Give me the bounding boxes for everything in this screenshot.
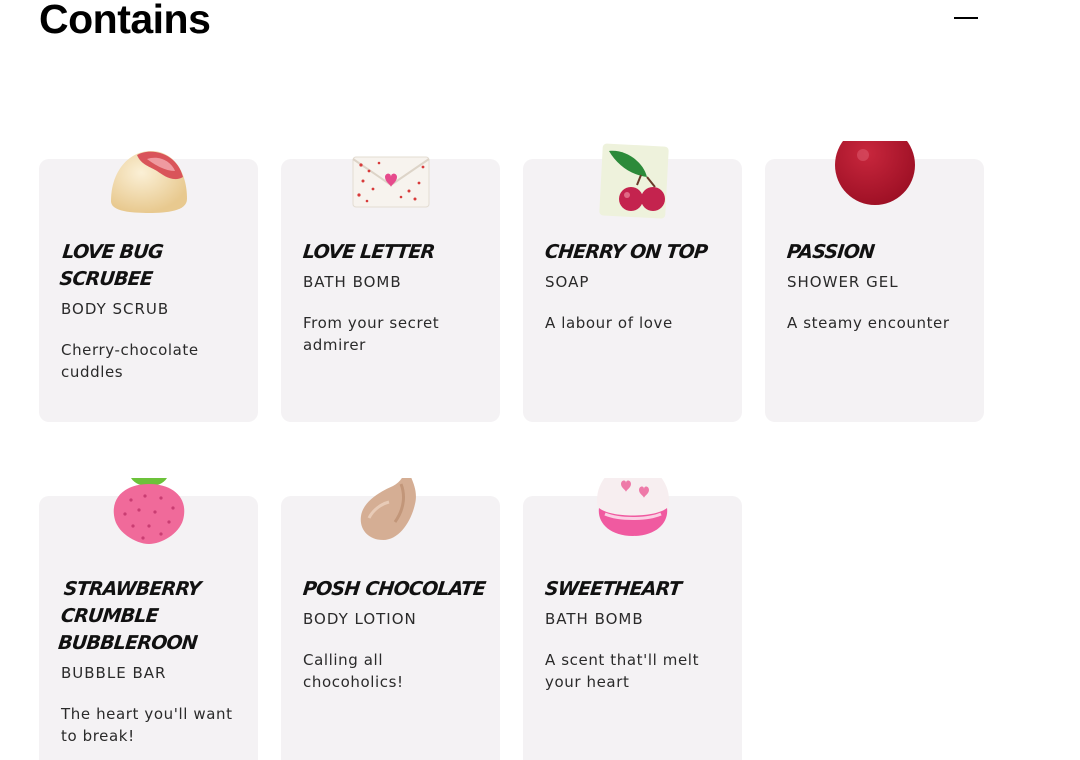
product-info: Posh Chocolate Body Lotion Calling all c… [301, 576, 487, 693]
product-name: Sweetheart [543, 578, 683, 600]
product-name: Passion [785, 241, 876, 263]
product-info: Strawberry Crumble Bubbleroon Bubble Bar… [57, 576, 244, 747]
product-card-love-bug-scrubee[interactable]: Love Bug Scrubee Body Scrub Cherry-choco… [39, 151, 258, 422]
lotion-swatch-icon [349, 478, 433, 562]
product-info: Love Letter Bath Bomb From your secret a… [301, 239, 486, 356]
product-category: Body Scrub [61, 300, 170, 318]
product-card-posh-chocolate[interactable]: Posh Chocolate Body Lotion Calling all c… [281, 478, 500, 760]
product-tagline: A steamy encounter [787, 314, 950, 332]
minus-icon[interactable] [954, 17, 978, 19]
product-category: Bath Bomb [545, 610, 644, 628]
product-card-passion[interactable]: Passion Shower Gel A steamy encounter [765, 141, 984, 422]
product-name: Love Letter [301, 241, 436, 263]
product-name: Love Bug Scrubee [58, 241, 164, 290]
strawberry-icon [107, 478, 191, 562]
product-card-sweetheart[interactable]: Sweetheart Bath Bomb A scent that'll mel… [523, 478, 742, 760]
contains-section: Contains Love Bug Scrubee Body Scrub Che… [0, 0, 1080, 760]
product-tagline: A labour of love [545, 314, 673, 332]
gel-swatch-icon [833, 141, 917, 225]
product-tagline: A scent that'll melt your heart [545, 651, 700, 691]
product-card-strawberry-crumble-bubbleroon[interactable]: Strawberry Crumble Bubbleroon Bubble Bar… [39, 478, 258, 760]
product-category: Body Lotion [303, 610, 417, 628]
product-tagline: The heart you'll want to break! [61, 705, 233, 745]
section-title: Contains [39, 0, 211, 42]
product-tagline: Cherry-chocolate cuddles [61, 341, 199, 381]
cherry-soap-icon [591, 141, 675, 225]
product-name: Posh Chocolate [301, 578, 487, 600]
product-info: Cherry On Top Soap A labour of love [543, 239, 728, 334]
product-tagline: Calling all chocoholics! [303, 651, 404, 691]
product-name: Cherry On Top [543, 241, 709, 263]
product-category: Bubble Bar [61, 664, 167, 682]
heart-bath-bomb-icon [591, 478, 675, 562]
product-category: Shower Gel [787, 273, 899, 291]
product-card-cherry-on-top[interactable]: Cherry On Top Soap A labour of love [523, 143, 742, 422]
product-tagline: From your secret admirer [303, 314, 440, 354]
product-name: Strawberry Crumble Bubbleroon [57, 578, 202, 654]
product-category: Bath Bomb [303, 273, 402, 291]
product-info: Sweetheart Bath Bomb A scent that'll mel… [543, 576, 728, 693]
product-card-love-letter[interactable]: Love Letter Bath Bomb From your secret a… [281, 156, 500, 422]
envelope-bath-bomb-icon [349, 141, 433, 225]
product-category: Soap [545, 273, 590, 291]
scrub-ball-icon [107, 141, 191, 225]
product-info: Love Bug Scrubee Body Scrub Cherry-choco… [58, 239, 244, 383]
product-info: Passion Shower Gel A steamy encounter [785, 239, 970, 334]
